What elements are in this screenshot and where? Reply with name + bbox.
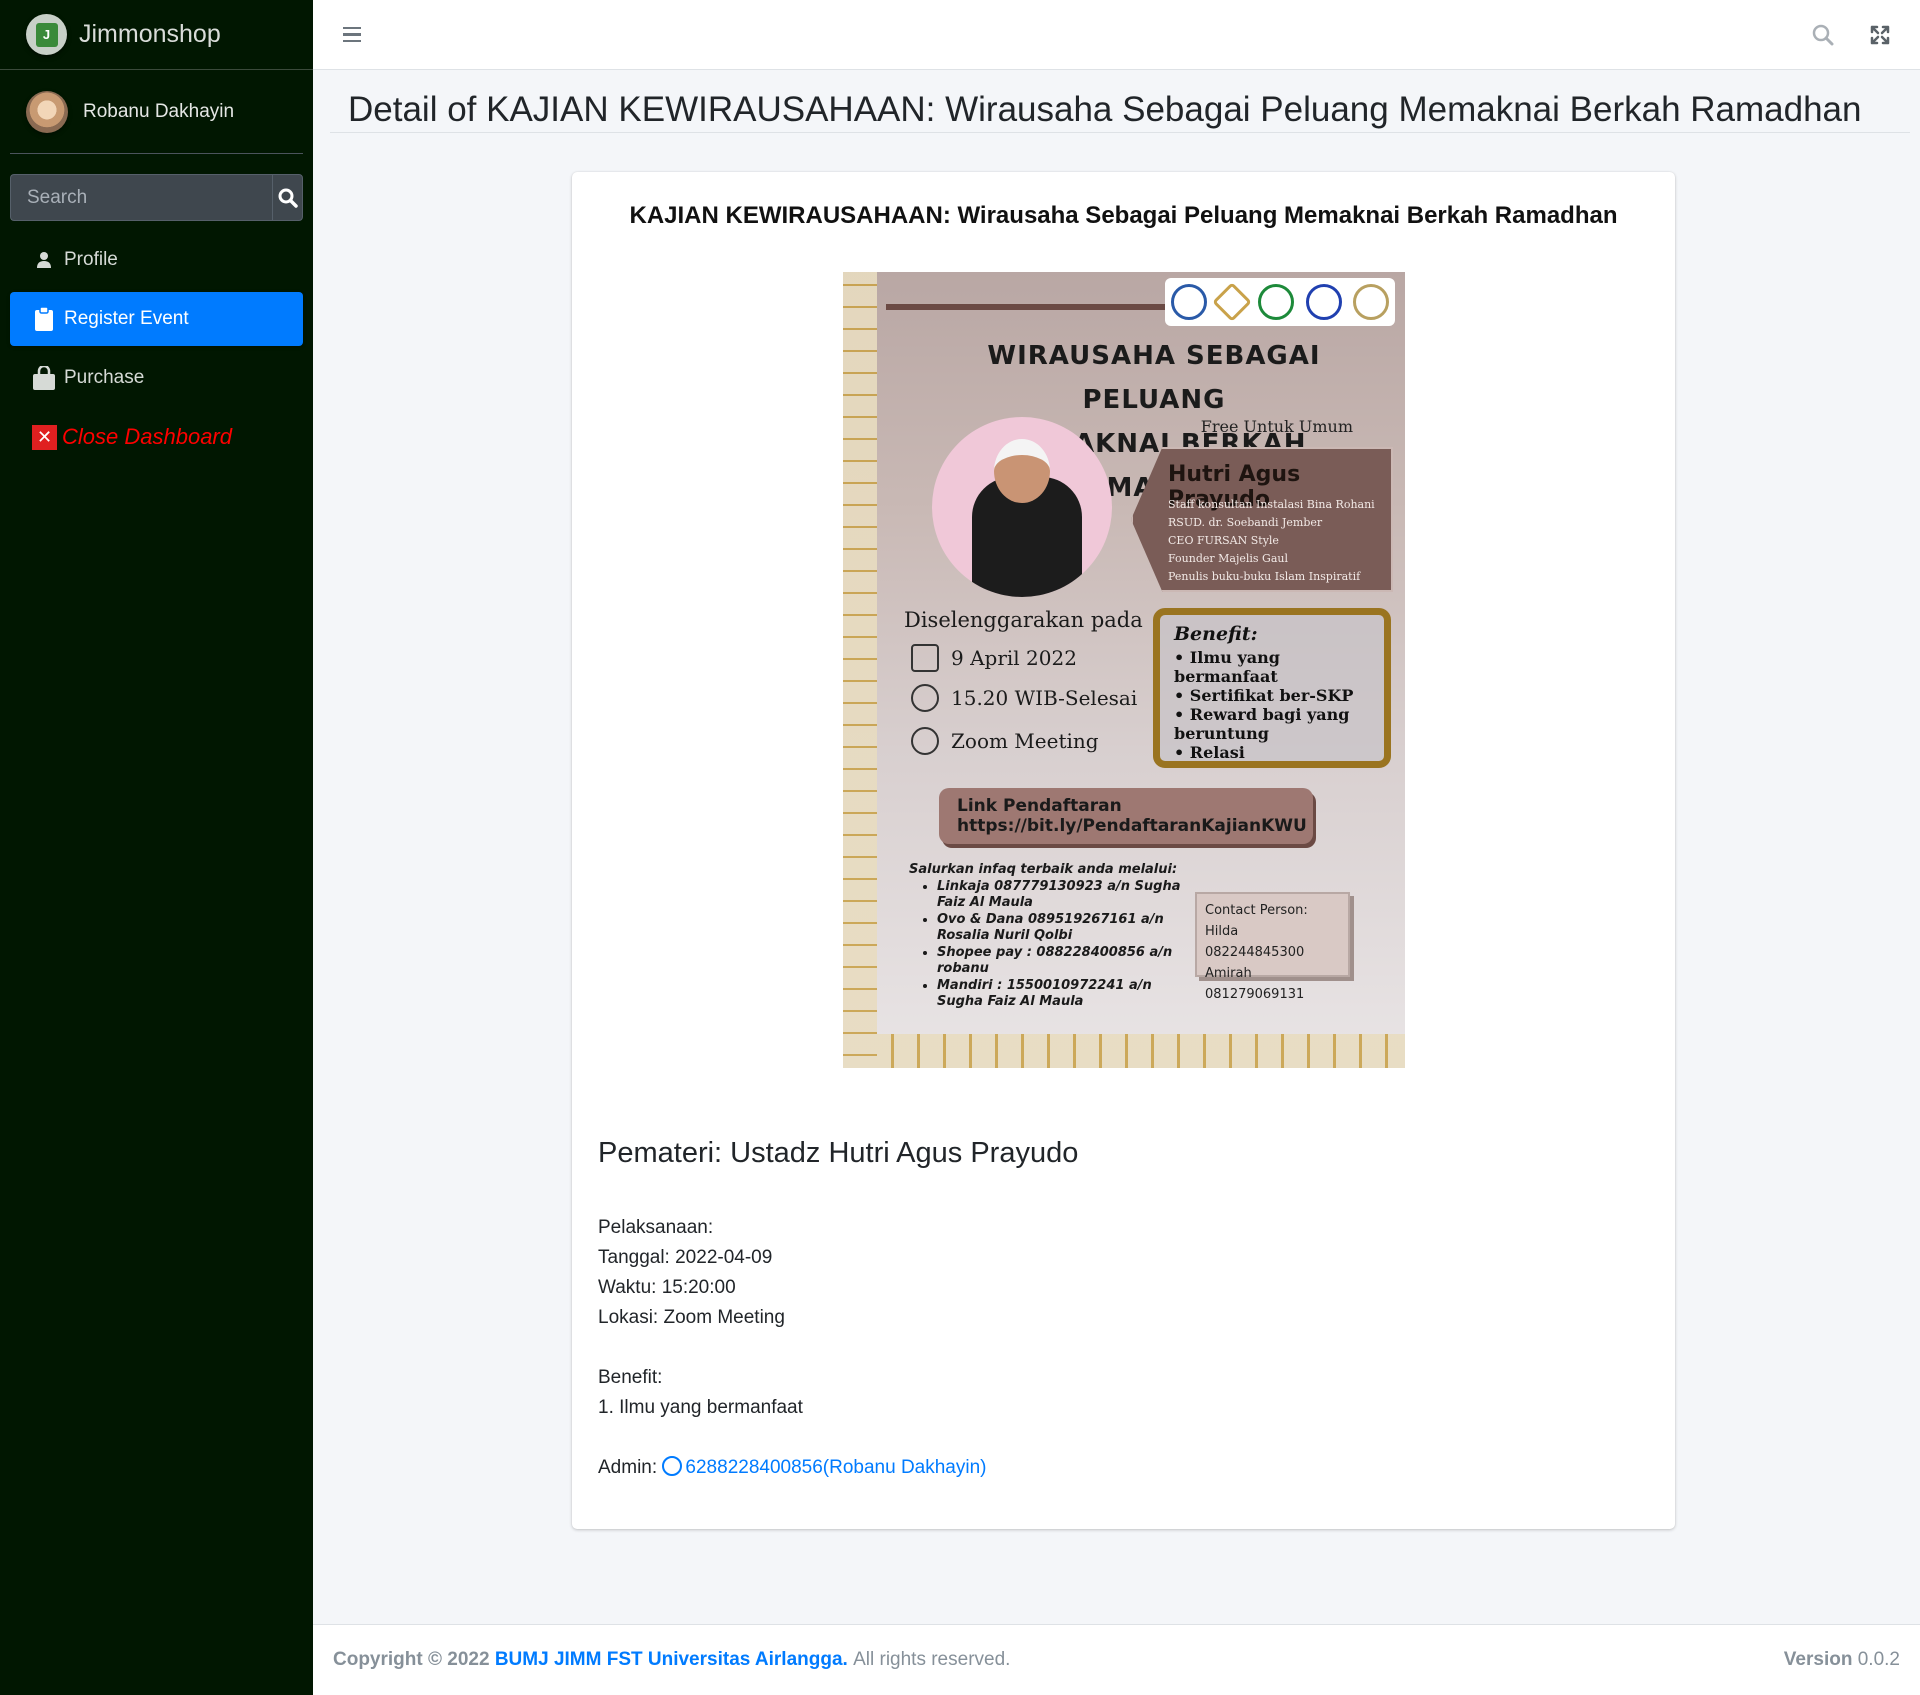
calendar-icon [911, 644, 939, 672]
poster-date: 9 April 2022 [911, 644, 1077, 672]
poster-stripe [886, 304, 1186, 310]
brand-link[interactable]: J Jimmonshop [0, 0, 313, 70]
user-panel[interactable]: Robanu Dakhayin [10, 70, 303, 154]
sidebar-item-label: Close Dashboard [62, 424, 232, 449]
poster-chevron-border [877, 1034, 1405, 1068]
event-poster: WIRAUSAHA SEBAGAI PELUANG MEMAKNAI BERKA… [843, 272, 1405, 1068]
poster-place: Zoom Meeting [911, 727, 1099, 755]
user-name[interactable]: Robanu Dakhayin [83, 101, 234, 123]
avatar [26, 90, 68, 133]
search-button[interactable] [272, 174, 303, 221]
whatsapp-icon [662, 1456, 683, 1476]
poster-held-label: Diselenggarakan pada [904, 608, 1143, 632]
close-square-icon: ✕ [32, 424, 57, 450]
poster-logos [1165, 278, 1395, 326]
rights-text: All rights reserved. [853, 1649, 1011, 1670]
search-input[interactable] [10, 174, 272, 221]
content-header: Detail of KAJIAN KEWIRAUSAHAAN: Wirausah… [313, 70, 1920, 134]
poster-speaker-roles: Staff konsultan Instalasi Bina Rohani RS… [1168, 498, 1375, 583]
user-icon [32, 252, 56, 268]
speaker-heading: Pemateri: Ustadz Hutri Agus Prayudo [598, 1137, 1079, 1169]
copyright-text: Copyright © 2022 [333, 1649, 490, 1670]
sidebar-item-label: Profile [64, 249, 118, 270]
sidebar-item-register-event[interactable]: Register Event [10, 292, 303, 346]
version-info: Version 0.0.2 [1783, 1649, 1900, 1670]
benefit-item: 1. Ilmu yang bermanfaat [598, 1397, 803, 1418]
admin-whatsapp-link[interactable]: 6288228400856(Robanu Dakhayin) [662, 1456, 987, 1478]
event-info: Pelaksanaan: Tanggal: 2022-04-09 Waktu: … [598, 1213, 1498, 1483]
sidebar-search [10, 174, 303, 221]
hamburger-menu-icon[interactable] [343, 23, 361, 47]
brand-logo: J [26, 14, 67, 55]
video-camera-icon [911, 727, 939, 755]
event-location: Lokasi: Zoom Meeting [598, 1307, 785, 1328]
org-link[interactable]: BUMJ JIMM FST Universitas Airlangga. [495, 1649, 848, 1671]
sidebar-item-close-dashboard[interactable]: ✕ Close Dashboard [10, 410, 303, 464]
header-divider [330, 132, 1910, 133]
event-details: Pemateri: Ustadz Hutri Agus Prayudo Pela… [598, 1137, 1498, 1483]
pelaksanaan-label: Pelaksanaan: [598, 1217, 714, 1238]
search-icon [278, 188, 298, 208]
admin-row: Admin: 6288228400856(Robanu Dakhayin) [598, 1453, 1498, 1483]
poster-infaq: Salurkan infaq terbaik anda melalui: Lin… [909, 862, 1189, 1011]
poster-registration-link: Link Pendaftaran https://bit.ly/Pendafta… [939, 788, 1313, 844]
poster-contact-person: Contact Person: Hilda 082244845300 Amira… [1195, 892, 1350, 1002]
sidebar-item-label: Register Event [64, 308, 189, 329]
sidebar: J Jimmonshop Robanu Dakhayin Profile Reg… [0, 0, 313, 1695]
fullscreen-expand-icon[interactable] [1870, 25, 1890, 45]
event-detail-card: KAJIAN KEWIRAUSAHAAN: Wirausaha Sebagai … [572, 172, 1675, 1529]
sidebar-item-label: Purchase [64, 367, 145, 388]
poster-free-label: Free Untuk Umum [1200, 417, 1353, 436]
event-title: KAJIAN KEWIRAUSAHAAN: Wirausaha Sebagai … [629, 202, 1618, 229]
footer: Copyright © 2022 BUMJ JIMM FST Universit… [313, 1624, 1920, 1695]
page-title: Detail of KAJIAN KEWIRAUSAHAAN: Wirausah… [348, 90, 1862, 129]
clipboard-icon [32, 307, 56, 331]
admin-label: Admin: [598, 1457, 658, 1478]
sidebar-nav: Profile Register Event Purchase ✕ Close … [0, 233, 313, 464]
poster-time: 15.20 WIB-Selesai [911, 684, 1137, 712]
shopping-bag-icon [32, 366, 56, 390]
sidebar-item-profile[interactable]: Profile [10, 233, 303, 287]
event-time: Waktu: 15:20:00 [598, 1277, 736, 1298]
event-date: Tanggal: 2022-04-09 [598, 1247, 773, 1268]
poster-benefit-box: Benefit: • Ilmu yang bermanfaat • Sertif… [1153, 608, 1391, 768]
clock-icon [911, 684, 939, 712]
speaker-photo [932, 417, 1112, 597]
benefit-label: Benefit: [598, 1367, 663, 1388]
navbar-search-icon[interactable] [1812, 24, 1834, 46]
brand-name: Jimmonshop [79, 20, 221, 48]
sidebar-item-purchase[interactable]: Purchase [10, 351, 303, 405]
shop-bag-icon: J [35, 22, 58, 47]
top-navbar [313, 0, 1920, 70]
poster-chevron-border [843, 272, 877, 1068]
